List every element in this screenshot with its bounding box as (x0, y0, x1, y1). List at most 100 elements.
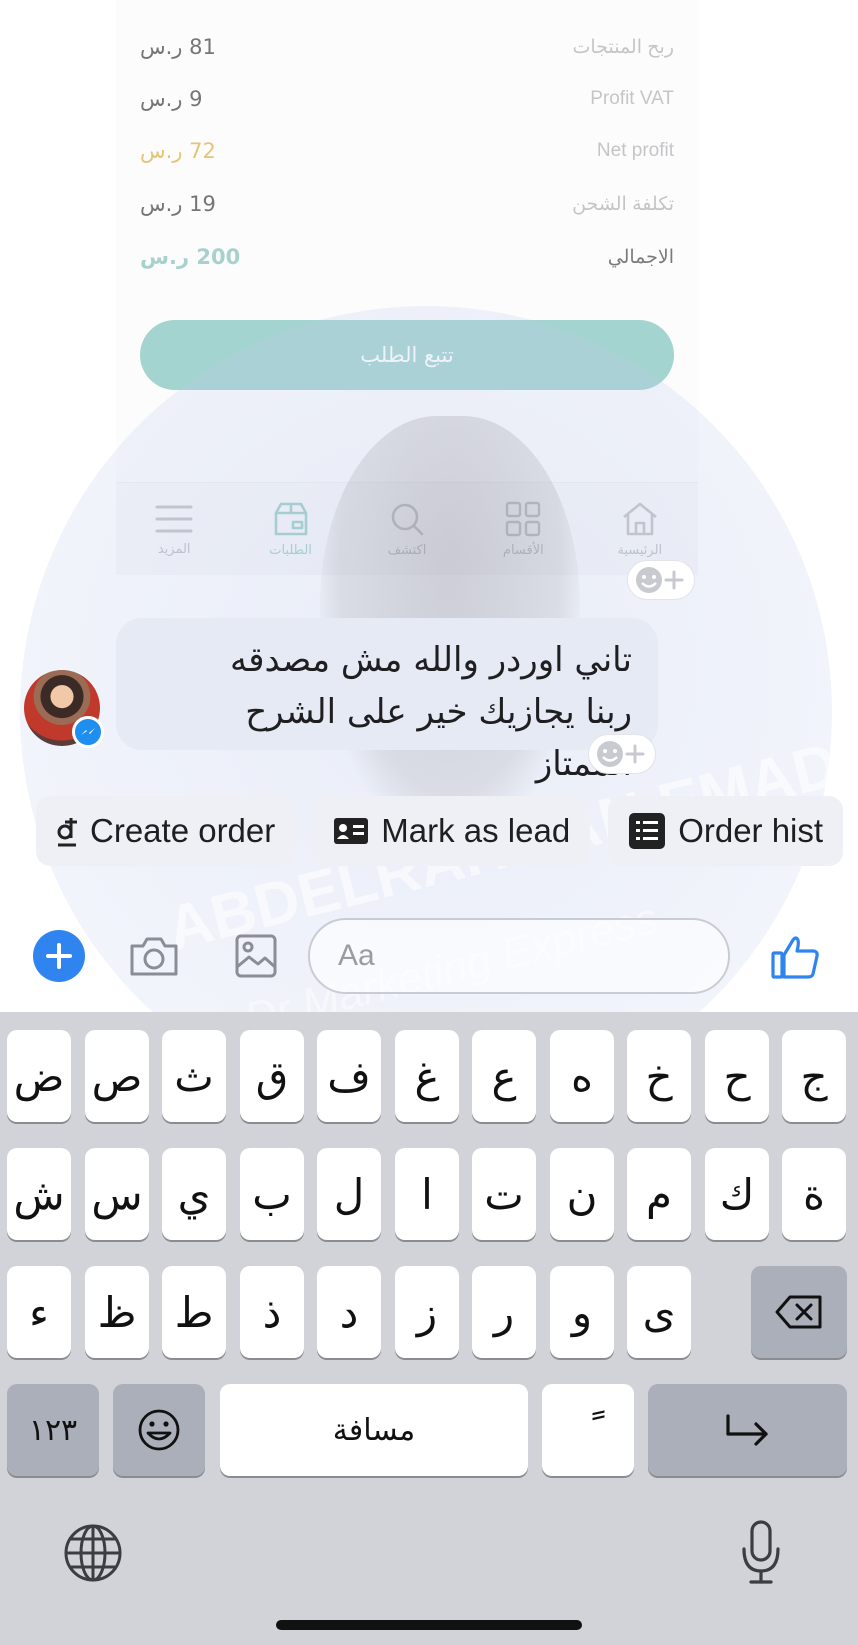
return-key[interactable] (648, 1384, 847, 1476)
nav-label: اكتشف (387, 542, 427, 558)
summary-row-total: 200 ر.س الاجمالي (140, 237, 674, 277)
key[interactable]: ك (705, 1148, 769, 1240)
chip-label: Mark as lead (381, 812, 571, 849)
key[interactable]: ذ (240, 1266, 304, 1358)
key[interactable]: ظ (85, 1266, 149, 1358)
thumbs-up-icon (771, 936, 819, 979)
smiley-plus-icon (597, 741, 645, 767)
key[interactable]: ن (550, 1148, 614, 1240)
nav-item-discover[interactable]: اكتشف (357, 501, 457, 558)
key[interactable]: و (550, 1266, 614, 1358)
key[interactable]: ء (7, 1266, 71, 1358)
key[interactable]: ث (162, 1030, 226, 1122)
mark-as-lead-chip[interactable]: Mark as lead (313, 796, 591, 866)
key[interactable]: د (317, 1266, 381, 1358)
plus-icon (46, 943, 72, 969)
backspace-key[interactable] (751, 1266, 847, 1358)
nav-label: الرئيسية (617, 542, 663, 558)
home-icon (622, 502, 657, 535)
create-order-chip[interactable]: Create order (36, 796, 296, 866)
summary-label: Profit VAT (590, 88, 674, 109)
nav-label: الأقسام (502, 542, 544, 558)
summary-row-shipping-cost: 19 ر.س تكلفة الشحن (140, 184, 674, 224)
emoji-icon (138, 1409, 180, 1451)
key[interactable]: ز (395, 1266, 459, 1358)
key[interactable]: ح (705, 1030, 769, 1122)
space-key[interactable]: مسافة (220, 1384, 528, 1476)
key[interactable]: خ (627, 1030, 691, 1122)
key[interactable]: س (85, 1148, 149, 1240)
key[interactable]: ب (240, 1148, 304, 1240)
nav-item-categories[interactable]: الأقسام (473, 501, 573, 558)
key[interactable]: ل (317, 1148, 381, 1240)
key[interactable]: ط (162, 1266, 226, 1358)
microphone-icon (742, 1520, 780, 1584)
nav-item-orders[interactable]: الطلبات (241, 501, 341, 558)
key[interactable]: ش (7, 1148, 71, 1240)
emoji-keyboard-key[interactable] (113, 1384, 205, 1476)
smiley-plus-icon (636, 567, 684, 593)
order-list-icon (629, 813, 666, 849)
key[interactable]: ت (472, 1148, 536, 1240)
nav-item-more[interactable]: المزيد (124, 502, 224, 557)
gallery-button[interactable] (228, 928, 284, 984)
message-input[interactable] (308, 918, 730, 994)
numbers-key[interactable]: ١٢٣ (7, 1384, 99, 1476)
chip-label: Create order (90, 812, 276, 849)
summary-label: الاجمالي (607, 246, 674, 268)
home-indicator[interactable] (276, 1620, 582, 1630)
key[interactable]: ة (782, 1148, 846, 1240)
shared-order-screenshot[interactable]: 81 ر.س ربح المنتجات 9 ر.س Profit VAT 72 … (116, 0, 698, 575)
summary-value: 200 ر.س (140, 245, 241, 269)
summary-row-products-profit: 81 ر.س ربح المنتجات (140, 27, 674, 67)
summary-label: تكلفة الشحن (572, 193, 674, 215)
camera-button[interactable] (126, 928, 182, 984)
contact-card-icon (334, 818, 369, 844)
key[interactable]: ى (627, 1266, 691, 1358)
orders-box-icon (274, 502, 307, 535)
diacritic-key[interactable]: ً (542, 1384, 634, 1476)
globe-icon (64, 1524, 122, 1582)
track-order-button[interactable]: تتبع الطلب (140, 320, 674, 390)
key[interactable]: ي (162, 1148, 226, 1240)
nav-item-home[interactable]: الرئيسية (590, 501, 690, 558)
key[interactable]: ض (7, 1030, 71, 1122)
key[interactable]: ف (317, 1030, 381, 1122)
like-button[interactable] (766, 930, 824, 984)
summary-label: ربح المنتجات (572, 36, 674, 58)
messenger-badge-icon (72, 716, 104, 748)
summary-label: Net profit (596, 140, 674, 161)
add-reaction-button[interactable] (588, 734, 656, 774)
arabic-keyboard: ض ص ث ق ف غ ع ه خ ح ج ش س ي ب ل ا ت ن م … (0, 1012, 858, 1645)
more-actions-button[interactable] (33, 930, 85, 982)
key[interactable]: غ (395, 1030, 459, 1122)
sender-avatar[interactable] (24, 670, 104, 748)
key[interactable]: ه (550, 1030, 614, 1122)
app-bottom-nav: المزيد الطلبات اكتشف الأقسام الرئيسية (116, 482, 698, 575)
menu-icon (155, 505, 193, 532)
backspace-icon (775, 1295, 822, 1329)
dong-currency-icon (57, 818, 77, 847)
search-icon (391, 503, 424, 535)
summary-value: 19 ر.س (140, 192, 216, 216)
summary-value: 72 ر.س (140, 139, 216, 163)
dictation-key[interactable] (734, 1512, 788, 1592)
globe-key[interactable] (60, 1520, 126, 1586)
quick-replies-bar: Create order Mark as lead Order hist (36, 796, 844, 866)
summary-row-net-profit: 72 ر.س Net profit (140, 131, 674, 171)
key[interactable]: ق (240, 1030, 304, 1122)
message-line: تاني اوردر والله مش مصدقه (230, 640, 632, 680)
key[interactable]: ص (85, 1030, 149, 1122)
key[interactable]: ا (395, 1148, 459, 1240)
image-icon (235, 934, 277, 978)
order-history-chip[interactable]: Order hist (608, 796, 844, 866)
key[interactable]: ج (782, 1030, 846, 1122)
message-text-field[interactable] (338, 939, 724, 973)
summary-value: 81 ر.س (140, 35, 216, 59)
key[interactable]: م (627, 1148, 691, 1240)
incoming-message-bubble[interactable]: تاني اوردر والله مش مصدقه ربنا يجازيك خي… (116, 618, 658, 784)
key[interactable]: ر (472, 1266, 536, 1358)
key[interactable]: ع (472, 1030, 536, 1122)
add-reaction-button[interactable] (627, 560, 695, 600)
grid-icon (506, 501, 541, 536)
